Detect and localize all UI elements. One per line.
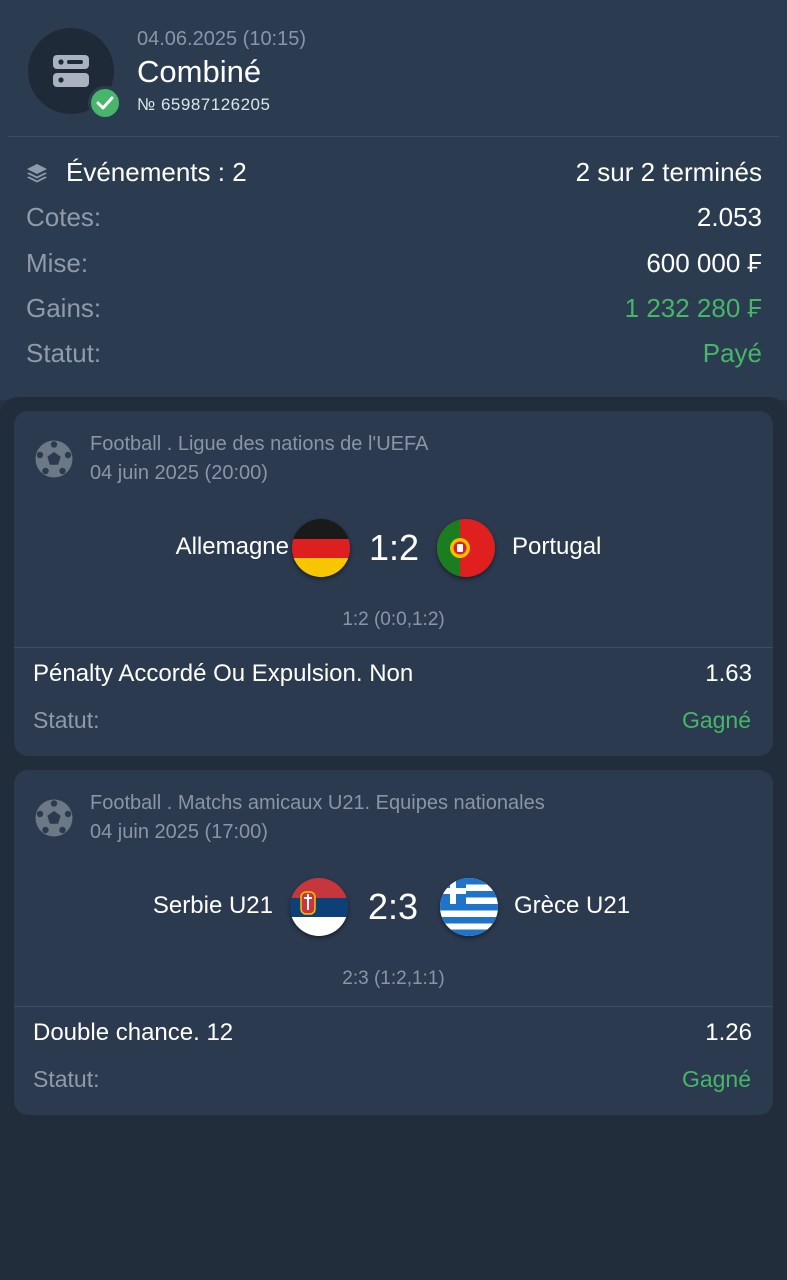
score-detail: 2:3 (1:2,1:1) (342, 968, 445, 989)
away-team: Grèce U21 (514, 892, 631, 919)
event-status-label: Statut: (33, 707, 100, 733)
stake-value: 600 000 ₣ (646, 248, 762, 278)
bet-odd: 1.26 (705, 1019, 752, 1046)
bet-date: 04.06.2025 (10:15) (137, 28, 307, 50)
events-completed-value: 2 sur 2 terminés (575, 157, 762, 187)
home-team: Serbie U21 (152, 892, 273, 919)
odds-label: Cotes: (26, 202, 102, 232)
check-icon (96, 96, 114, 110)
divider (8, 136, 779, 137)
football-icon (35, 799, 73, 837)
event-status-value: Gagné (681, 1066, 751, 1092)
away-team: Portugal (512, 533, 602, 560)
football-icon (35, 440, 73, 478)
card-divider (14, 1006, 773, 1007)
odds-row: Cotes: 2.053 (26, 202, 762, 236)
event-datetime: 04 juin 2025 (17:00) (90, 821, 268, 843)
event-status-label: Statut: (33, 1066, 100, 1092)
bet-type-avatar (28, 28, 122, 120)
card-divider (14, 647, 773, 648)
match-row: Serbie U21 2:3 Grèce U21 (14, 878, 773, 938)
winnings-row: Gains: 1 232 280 ₣ (26, 293, 762, 327)
settled-check-badge (88, 86, 122, 120)
coupon-icon (53, 55, 89, 87)
event-datetime: 04 juin 2025 (20:00) (90, 462, 268, 484)
serbia-flag-icon (290, 878, 348, 936)
match-score: 2:3 (367, 886, 419, 927)
stake-row: Mise: 600 000 ₣ (26, 248, 762, 282)
status-label: Statut: (26, 338, 102, 368)
event-card[interactable]: Football . Matchs amicaux U21. Equipes n… (14, 770, 773, 1115)
bet-odd: 1.63 (705, 660, 752, 687)
event-league: Football . Ligue des nations de l'UEFA (90, 433, 429, 455)
status-value: Payé (702, 338, 762, 368)
events-count-label: Événements : 2 (66, 157, 247, 187)
match-score: 1:2 (368, 527, 420, 568)
score-detail: 1:2 (0:0,1:2) (342, 609, 445, 630)
winnings-label: Gains: (26, 293, 102, 323)
match-row: Allemagne 1:2 Portugal (14, 519, 773, 579)
events-row: Événements : 2 2 sur 2 terminés (26, 157, 762, 191)
home-team: Allemagne (175, 533, 289, 560)
germany-flag-icon (292, 519, 350, 577)
stake-label: Mise: (26, 248, 89, 278)
bet-selection: Pénalty Accordé Ou Expulsion. Non (33, 660, 414, 687)
winnings-value: 1 232 280 ₣ (624, 293, 762, 323)
layers-icon (27, 164, 47, 183)
bet-number: № 65987126205 (137, 95, 271, 114)
event-card[interactable]: Football . Ligue des nations de l'UEFA 0… (14, 411, 773, 756)
event-status-value: Gagné (681, 707, 751, 733)
event-league: Football . Matchs amicaux U21. Equipes n… (90, 792, 545, 814)
odds-value: 2.053 (696, 202, 762, 232)
greece-flag-icon (440, 878, 498, 936)
status-row: Statut: Payé (26, 338, 762, 372)
bet-type-title: Combiné (137, 54, 262, 89)
portugal-flag-icon (437, 519, 495, 577)
bet-selection: Double chance. 12 (33, 1019, 234, 1046)
